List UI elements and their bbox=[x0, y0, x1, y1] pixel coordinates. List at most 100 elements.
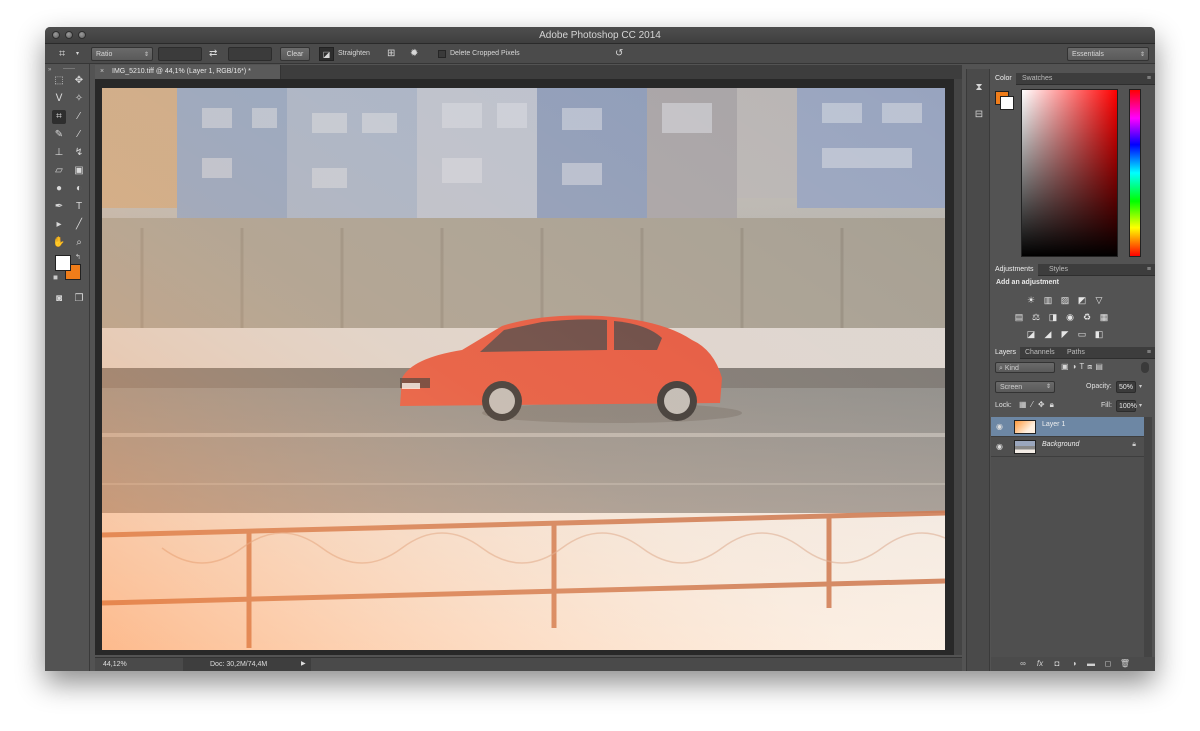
ratio-select[interactable]: Ratio ⇕ bbox=[91, 47, 153, 61]
layer-row-layer-1[interactable]: ◉ Layer 1 bbox=[991, 417, 1144, 437]
eye-icon[interactable]: ◉ bbox=[996, 442, 1003, 451]
default-colors-icon[interactable]: ◼ bbox=[53, 274, 58, 281]
straighten-label[interactable]: Straighten bbox=[338, 47, 370, 61]
adjustment-row1-4-icon[interactable]: ◩ bbox=[1076, 295, 1088, 306]
adjustment-row3-2-icon[interactable]: ◢ bbox=[1042, 329, 1054, 340]
adjustment-row2-3-icon[interactable]: ◨ bbox=[1047, 312, 1059, 323]
crop-tool-icon[interactable]: ⌗ bbox=[52, 110, 66, 124]
brush-tool-icon[interactable]: ⁄ bbox=[72, 128, 86, 142]
adjustment-row2-4-icon[interactable]: ◉ bbox=[1064, 312, 1076, 323]
fill-chevron-icon[interactable]: ▾ bbox=[1139, 400, 1149, 412]
foreground-color-swatch[interactable] bbox=[55, 255, 71, 271]
tab-styles[interactable]: Styles bbox=[1045, 264, 1072, 276]
zoom-tool-icon[interactable]: ⌕ bbox=[72, 236, 86, 250]
close-tab-icon[interactable]: × bbox=[100, 65, 104, 79]
opacity-chevron-icon[interactable]: ▾ bbox=[1139, 381, 1149, 393]
eyedropper-tool-icon[interactable]: ⁄ bbox=[72, 110, 86, 124]
adjustment-row1-2-icon[interactable]: ▥ bbox=[1042, 295, 1054, 306]
panel-menu-icon[interactable]: ≡ bbox=[1147, 347, 1151, 359]
adjustment-row1-3-icon[interactable]: ▨ bbox=[1059, 295, 1071, 306]
adjustment-row3-1-icon[interactable]: ◪ bbox=[1025, 329, 1037, 340]
adjustment-row2-2-icon[interactable]: ⚖ bbox=[1030, 312, 1042, 323]
tab-paths[interactable]: Paths bbox=[1063, 347, 1089, 359]
clone-stamp-tool-icon[interactable]: ⊥ bbox=[52, 146, 66, 160]
swap-icon[interactable]: ⇄ bbox=[209, 47, 217, 61]
fx-icon[interactable]: fx bbox=[1033, 657, 1047, 671]
tab-layers[interactable]: Layers bbox=[991, 347, 1021, 359]
straighten-icon[interactable]: ◪ bbox=[319, 47, 334, 61]
line-tool-icon[interactable]: ╱ bbox=[72, 218, 86, 232]
adjustment-row2-5-icon[interactable]: ♻ bbox=[1081, 312, 1093, 323]
tab-swatches[interactable]: Swatches bbox=[1018, 73, 1056, 85]
fill-input[interactable]: 100% bbox=[1116, 400, 1137, 412]
trash-icon[interactable]: 🗑 bbox=[1118, 657, 1132, 671]
doc-info[interactable]: Doc: 30,2M/74,4M bbox=[183, 658, 311, 671]
path-selection-tool-icon[interactable]: ▸ bbox=[52, 218, 66, 232]
panel-menu-icon[interactable]: ≡ bbox=[1147, 264, 1151, 276]
swap-colors-icon[interactable]: ↰ bbox=[75, 253, 81, 261]
delete-cropped-pixels-checkbox[interactable] bbox=[438, 50, 446, 58]
pen-tool-icon[interactable]: ✒ bbox=[52, 200, 66, 214]
adjustment-layer-icon[interactable]: ◑ bbox=[1067, 657, 1081, 671]
type-tool-icon[interactable]: T bbox=[72, 200, 86, 214]
marquee-tool-icon[interactable]: ⬚ bbox=[52, 74, 66, 88]
panel-menu-icon[interactable]: ≡ bbox=[1147, 73, 1151, 85]
quick-mask-icon[interactable]: ◙ bbox=[52, 292, 66, 306]
opacity-input[interactable]: 50% bbox=[1116, 381, 1136, 393]
filter-toggle[interactable] bbox=[1141, 362, 1149, 373]
adjustment-row3-5-icon[interactable]: ◧ bbox=[1093, 329, 1105, 340]
layer-name[interactable]: Background bbox=[1042, 441, 1079, 448]
layers-scrollbar[interactable] bbox=[1144, 417, 1152, 657]
clear-button[interactable]: Clear bbox=[280, 47, 310, 61]
hue-slider[interactable] bbox=[1129, 89, 1141, 257]
crop-icon[interactable]: ⌗ bbox=[59, 47, 65, 61]
crop-height-input[interactable] bbox=[228, 47, 272, 61]
tab-color[interactable]: Color bbox=[991, 73, 1016, 85]
lock-icons[interactable]: ▦⁄✥🔒︎ bbox=[1019, 400, 1059, 410]
hand-tool-icon[interactable]: ✋ bbox=[52, 236, 66, 250]
adjustment-row3-4-icon[interactable]: ▭ bbox=[1076, 329, 1088, 340]
zoom-level[interactable]: 44,12% bbox=[103, 658, 127, 671]
tab-adjustments[interactable]: Adjustments bbox=[991, 264, 1038, 276]
history-icon[interactable]: ⧗ bbox=[972, 82, 986, 96]
eye-icon[interactable]: ◉ bbox=[996, 422, 1003, 431]
blur-tool-icon[interactable]: ● bbox=[52, 182, 66, 196]
grid-overlay-icon[interactable]: ⊞ bbox=[387, 47, 395, 61]
color-field[interactable] bbox=[1021, 89, 1118, 257]
eraser-tool-icon[interactable]: ▱ bbox=[52, 164, 66, 178]
healing-brush-tool-icon[interactable]: ✎ bbox=[52, 128, 66, 142]
photo-canvas[interactable] bbox=[102, 88, 945, 650]
new-layer-icon[interactable]: ◻ bbox=[1101, 657, 1115, 671]
link-layers-icon[interactable]: ∞ bbox=[1016, 657, 1030, 671]
screen-mode-icon[interactable]: ❐ bbox=[72, 292, 86, 306]
add-mask-icon[interactable]: ◘ bbox=[1050, 657, 1064, 671]
move-tool-icon[interactable]: ✥ bbox=[72, 74, 86, 88]
gradient-tool-icon[interactable]: ▣ bbox=[72, 164, 86, 178]
crop-width-input[interactable] bbox=[158, 47, 202, 61]
layer-filter-select[interactable]: ⌕ Kind bbox=[995, 362, 1055, 373]
layer-row-background[interactable]: ◉ Background 🔒︎ bbox=[991, 437, 1144, 457]
document-tab[interactable]: × IMG_5210.tiff @ 44,1% (Layer 1, RGB/16… bbox=[95, 65, 281, 79]
history-brush-tool-icon[interactable]: ↯ bbox=[72, 146, 86, 160]
vertical-scrollbar[interactable] bbox=[954, 79, 962, 655]
layer-filter-type-icons[interactable]: ▣◑T⧈▤ bbox=[1061, 362, 1106, 372]
properties-icon[interactable]: ⊟ bbox=[972, 109, 986, 123]
tool-preset-chevron-icon[interactable]: ▾ bbox=[76, 47, 79, 61]
gear-icon[interactable]: ✹ bbox=[410, 47, 418, 61]
adjustment-row1-5-icon[interactable]: ▽ bbox=[1093, 295, 1105, 306]
workspace-select[interactable]: Essentials ⇕ bbox=[1067, 47, 1149, 61]
adjustment-row2-1-icon[interactable]: ▤ bbox=[1013, 312, 1025, 323]
lasso-tool-icon[interactable]: ᐯ bbox=[52, 92, 66, 106]
adjustment-row3-3-icon[interactable]: ◤ bbox=[1059, 329, 1071, 340]
folder-icon[interactable]: ▬ bbox=[1084, 657, 1098, 671]
play-arrow-icon[interactable]: ▶ bbox=[301, 658, 306, 671]
adjustment-row2-6-icon[interactable]: ▦ bbox=[1098, 312, 1110, 323]
collapse-panel-icon[interactable]: » bbox=[48, 67, 51, 73]
panel-grip[interactable] bbox=[63, 68, 75, 69]
dodge-tool-icon[interactable]: ◐ bbox=[72, 182, 86, 196]
magic-wand-tool-icon[interactable]: ✧ bbox=[72, 92, 86, 106]
blend-mode-select[interactable]: Screen ⇕ bbox=[995, 381, 1055, 393]
rotate-reset-icon[interactable]: ↺ bbox=[615, 47, 623, 61]
tab-channels[interactable]: Channels bbox=[1021, 347, 1059, 359]
adjustment-row1-1-icon[interactable]: ☀ bbox=[1025, 295, 1037, 306]
